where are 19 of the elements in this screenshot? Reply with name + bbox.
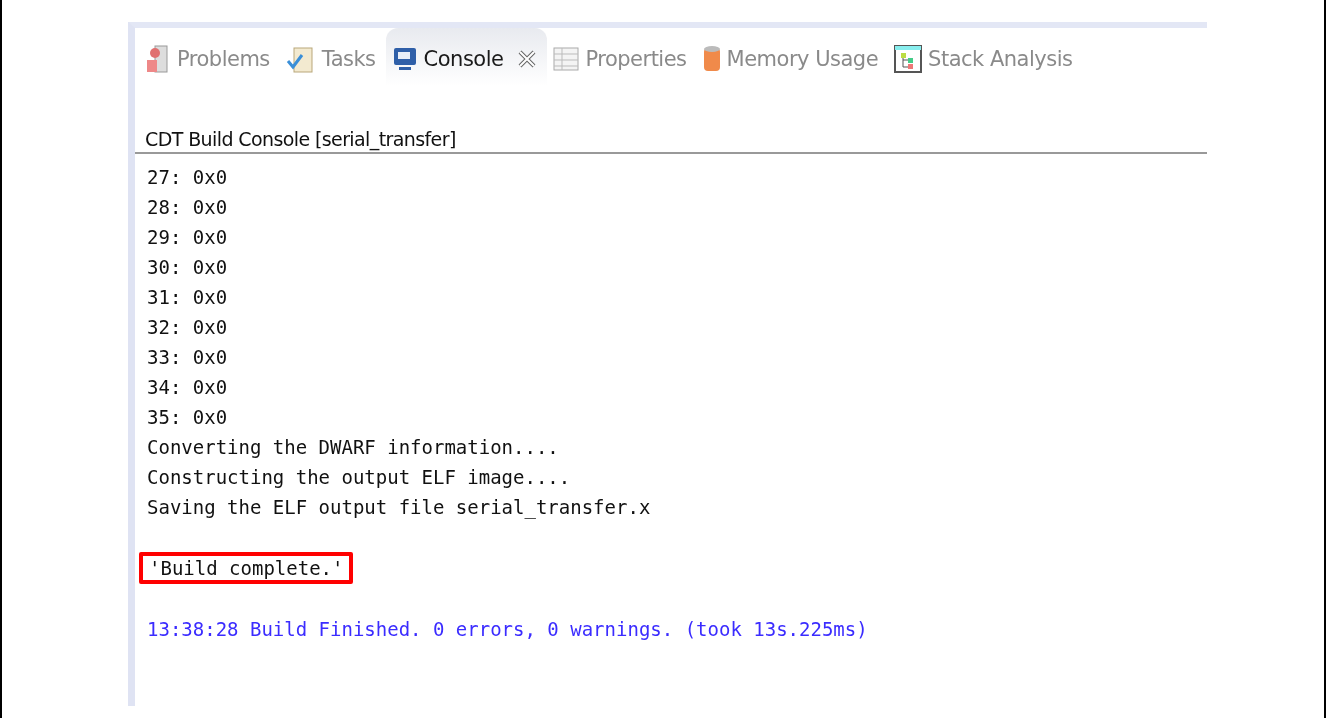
console-line: 27: 0x0: [147, 165, 228, 190]
console-line: 34: 0x0: [147, 375, 228, 400]
console-line: 35: 0x0: [147, 405, 228, 430]
console-line: 31: 0x0: [147, 285, 228, 310]
view-tab[interactable]: Problems: [141, 28, 280, 86]
console-line: Converting the DWARF information....: [147, 435, 559, 460]
console-line: 33: 0x0: [147, 345, 228, 370]
status-line: 13:38:28 Build Finished. 0 errors, 0 warnings. (took 13s.225ms): [147, 617, 868, 642]
console-title: CDT Build Console [serial_transfer]: [135, 128, 1207, 154]
view-tab[interactable]: Stack Analysis: [888, 28, 1083, 86]
view-tab[interactable]: Tasks: [279, 28, 386, 86]
view-tab[interactable]: Properties: [547, 28, 697, 86]
console-line: 29: 0x0: [147, 225, 228, 250]
console-line: Saving the ELF output file serial_transfer.x: [147, 495, 651, 521]
console-line: Constructing the output ELF image....: [147, 465, 571, 490]
view-tab[interactable]: Memory Usage: [696, 28, 889, 86]
console-line: 28: 0x0: [147, 195, 228, 220]
console-line: 30: 0x0: [147, 255, 228, 280]
console-line: 32: 0x0: [147, 315, 228, 340]
